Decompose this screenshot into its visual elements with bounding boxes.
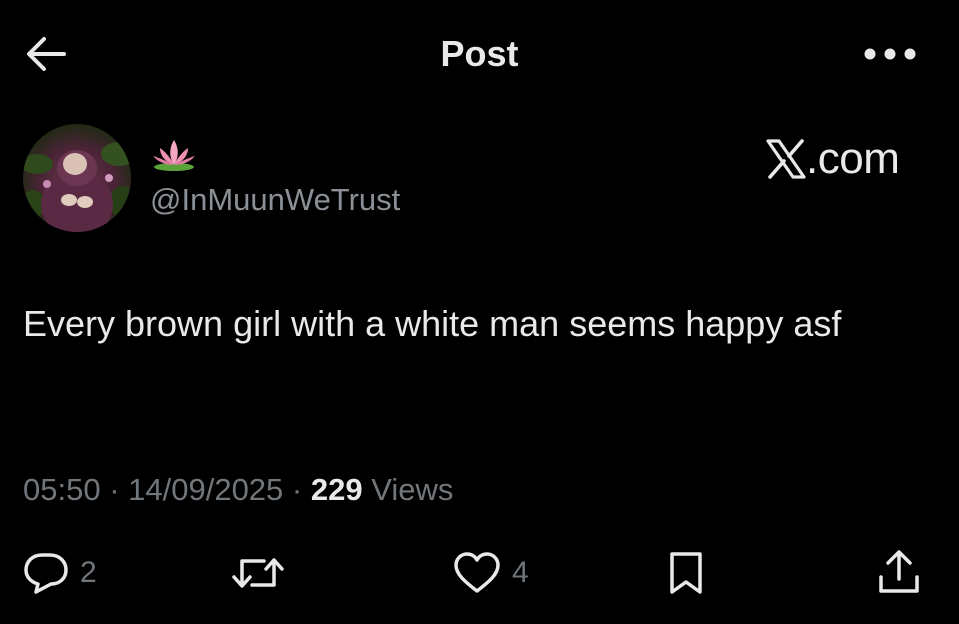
reply-button[interactable]: 2: [22, 548, 97, 598]
post-metadata: 05:50 · 14/09/2025 · 229 Views: [23, 470, 923, 510]
avatar[interactable]: [23, 124, 131, 232]
arrow-left-icon: [27, 37, 66, 71]
back-button[interactable]: [18, 30, 74, 78]
bookmark-icon: [670, 552, 702, 594]
separator-dot: ·: [109, 472, 129, 507]
avatar-image: [23, 142, 131, 232]
post-date: 14/09/2025: [128, 472, 284, 507]
like-count: 4: [512, 556, 529, 589]
views-label: Views: [371, 472, 454, 507]
views-count[interactable]: 229: [311, 472, 363, 507]
page-title: Post: [440, 33, 519, 74]
share-icon: [879, 550, 919, 593]
reply-count: 2: [80, 556, 97, 589]
separator-dot: ·: [291, 472, 311, 507]
bookmark-button[interactable]: [666, 548, 716, 598]
lotus-emoji-icon: [153, 140, 195, 171]
more-options-button[interactable]: [858, 32, 922, 76]
like-button[interactable]: 4: [452, 548, 529, 598]
repost-button[interactable]: [232, 548, 294, 598]
more-horizontal-icon: [864, 48, 916, 60]
author-handle[interactable]: @InMuunWeTrust: [150, 181, 400, 219]
heart-icon: [454, 552, 500, 593]
post-time: 05:50: [23, 472, 101, 507]
author-display-name[interactable]: 🪷: [150, 136, 200, 172]
x-com-watermark: .com: [766, 134, 916, 184]
watermark-text: .com: [806, 134, 900, 183]
post-text: Every brown girl with a white man seems …: [23, 303, 842, 344]
author-display-name-text: 🪷: [150, 136, 151, 137]
x-logo-icon: [766, 139, 806, 179]
repost-icon: [232, 558, 284, 588]
share-button[interactable]: [876, 548, 932, 598]
reply-icon: [24, 553, 68, 594]
